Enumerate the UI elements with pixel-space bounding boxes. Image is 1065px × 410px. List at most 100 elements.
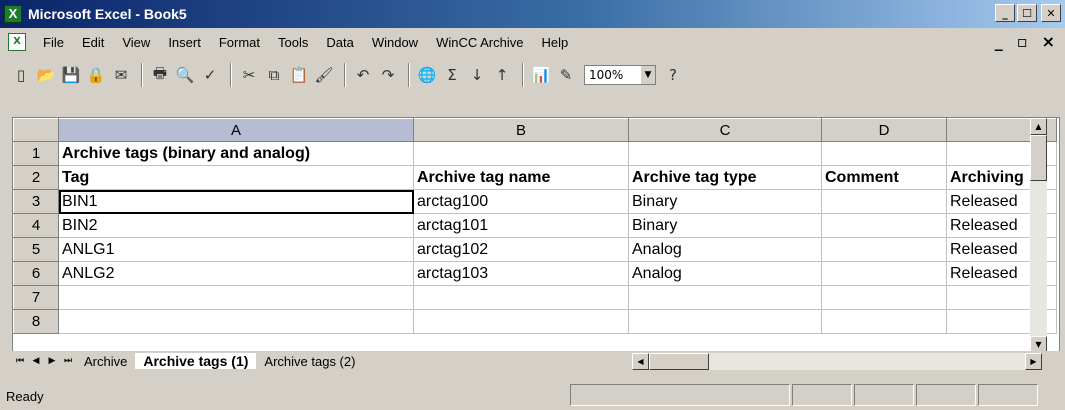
print-preview-icon[interactable]: 🔍 <box>174 64 196 86</box>
sheet-tab-archive-tags-1[interactable]: Archive tags (1) <box>135 353 257 369</box>
cell-d4[interactable] <box>821 213 947 238</box>
sort-descending-icon[interactable]: ↑ <box>491 64 513 86</box>
horizontal-scrollbar[interactable]: ◀ ▶ <box>632 353 1042 370</box>
cell-b3[interactable]: arctag100 <box>413 189 629 214</box>
cut-icon[interactable]: ✂ <box>238 64 260 86</box>
row-header[interactable]: 6 <box>13 261 59 286</box>
cell-b5[interactable]: arctag102 <box>413 237 629 262</box>
cell-c6[interactable]: Analog <box>628 261 822 286</box>
last-sheet-icon[interactable]: ⏭ <box>60 353 76 369</box>
column-header-c[interactable]: C <box>628 118 822 142</box>
cell-c2[interactable]: Archive tag type <box>628 165 822 190</box>
scroll-thumb-horizontal[interactable] <box>649 353 709 370</box>
menu-insert[interactable]: Insert <box>159 35 210 50</box>
cell-a3[interactable]: BIN1 <box>58 189 414 214</box>
sort-ascending-icon[interactable]: ↓ <box>466 64 488 86</box>
row-header[interactable]: 4 <box>13 213 59 238</box>
row-header[interactable]: 5 <box>13 237 59 262</box>
workbook-icon[interactable]: X <box>8 33 26 51</box>
help-icon[interactable]: ? <box>662 64 684 86</box>
sheet-tab-archive-tags-2[interactable]: Archive tags (2) <box>256 354 363 369</box>
cell-b7[interactable] <box>413 285 629 310</box>
close-button[interactable]: ✕ <box>1041 4 1061 22</box>
cell-d3[interactable] <box>821 189 947 214</box>
chart-wizard-icon[interactable]: 📊 <box>530 64 552 86</box>
column-header-d[interactable]: D <box>821 118 947 142</box>
first-sheet-icon[interactable]: ⏮ <box>12 353 28 369</box>
cell-b4[interactable]: arctag101 <box>413 213 629 238</box>
menu-view[interactable]: View <box>113 35 159 50</box>
doc-restore-button[interactable]: ▫ <box>1017 32 1028 51</box>
select-all-corner[interactable] <box>13 118 59 142</box>
undo-icon[interactable]: ↶ <box>352 64 374 86</box>
cell-c7[interactable] <box>628 285 822 310</box>
row-header[interactable]: 2 <box>13 165 59 190</box>
cell-b6[interactable]: arctag103 <box>413 261 629 286</box>
menu-tools[interactable]: Tools <box>269 35 317 50</box>
row-header[interactable]: 7 <box>13 285 59 310</box>
menu-file[interactable]: File <box>34 35 73 50</box>
cell-d1[interactable] <box>821 141 947 166</box>
drawing-icon[interactable]: ✎ <box>555 64 577 86</box>
cell-c4[interactable]: Binary <box>628 213 822 238</box>
chevron-down-icon[interactable]: ▼ <box>641 66 655 84</box>
menu-window[interactable]: Window <box>363 35 427 50</box>
doc-minimize-button[interactable]: _ <box>995 32 1003 51</box>
zoom-select[interactable]: 100% ▼ <box>584 65 656 85</box>
cell-a1[interactable]: Archive tags (binary and analog) <box>58 141 414 166</box>
cell-b8[interactable] <box>413 309 629 334</box>
row-header[interactable]: 3 <box>13 189 59 214</box>
scroll-thumb[interactable] <box>1030 135 1047 181</box>
cell-a4[interactable]: BIN2 <box>58 213 414 238</box>
spelling-icon[interactable]: ✓ <box>199 64 221 86</box>
menu-wincc-archive[interactable]: WinCC Archive <box>427 35 532 50</box>
cell-a8[interactable] <box>58 309 414 334</box>
vertical-scrollbar[interactable]: ▲ ▼ <box>1030 118 1047 353</box>
cell-a6[interactable]: ANLG2 <box>58 261 414 286</box>
sheet-tab-archive[interactable]: Archive <box>76 354 135 369</box>
cell-a5[interactable]: ANLG1 <box>58 237 414 262</box>
scroll-up-icon[interactable]: ▲ <box>1030 118 1047 135</box>
new-icon[interactable]: ▯ <box>10 64 32 86</box>
save-icon[interactable]: 💾 <box>60 64 82 86</box>
maximize-button[interactable]: ☐ <box>1017 4 1037 22</box>
cell-d8[interactable] <box>821 309 947 334</box>
cell-c3[interactable]: Binary <box>628 189 822 214</box>
menu-data[interactable]: Data <box>317 35 362 50</box>
cell-d7[interactable] <box>821 285 947 310</box>
cell-a7[interactable] <box>58 285 414 310</box>
menu-help[interactable]: Help <box>533 35 578 50</box>
cell-d6[interactable] <box>821 261 947 286</box>
column-header-a[interactable]: A <box>58 118 414 142</box>
minimize-button[interactable]: _ <box>995 4 1015 22</box>
menu-edit[interactable]: Edit <box>73 35 113 50</box>
doc-close-button[interactable]: × <box>1042 32 1055 51</box>
open-icon[interactable]: 📂 <box>35 64 57 86</box>
cell-b2[interactable]: Archive tag name <box>413 165 629 190</box>
cell-d2[interactable]: Comment <box>821 165 947 190</box>
cell-b1[interactable] <box>413 141 629 166</box>
column-header-b[interactable]: B <box>413 118 629 142</box>
row-header[interactable]: 8 <box>13 309 59 334</box>
scroll-left-icon[interactable]: ◀ <box>632 353 649 370</box>
excel-icon[interactable]: X <box>4 5 22 23</box>
menu-format[interactable]: Format <box>210 35 269 50</box>
paste-icon[interactable]: 📋 <box>288 64 310 86</box>
redo-icon[interactable]: ↷ <box>377 64 399 86</box>
row-header[interactable]: 1 <box>13 141 59 166</box>
format-painter-icon[interactable]: 🖌 <box>313 64 335 86</box>
copy-icon[interactable]: ⧉ <box>263 64 285 86</box>
cell-c1[interactable] <box>628 141 822 166</box>
cell-a2[interactable]: Tag <box>58 165 414 190</box>
cell-c5[interactable]: Analog <box>628 237 822 262</box>
prev-sheet-icon[interactable]: ◀ <box>28 353 44 369</box>
cell-d5[interactable] <box>821 237 947 262</box>
hyperlink-icon[interactable]: 🌐 <box>416 64 438 86</box>
permission-icon[interactable]: 🔒 <box>85 64 107 86</box>
cell-c8[interactable] <box>628 309 822 334</box>
scroll-right-icon[interactable]: ▶ <box>1025 353 1042 370</box>
email-icon[interactable]: ✉ <box>110 64 132 86</box>
autosum-icon[interactable]: Σ <box>441 64 463 86</box>
print-icon[interactable]: 🖶 <box>149 64 171 86</box>
next-sheet-icon[interactable]: ▶ <box>44 353 60 369</box>
